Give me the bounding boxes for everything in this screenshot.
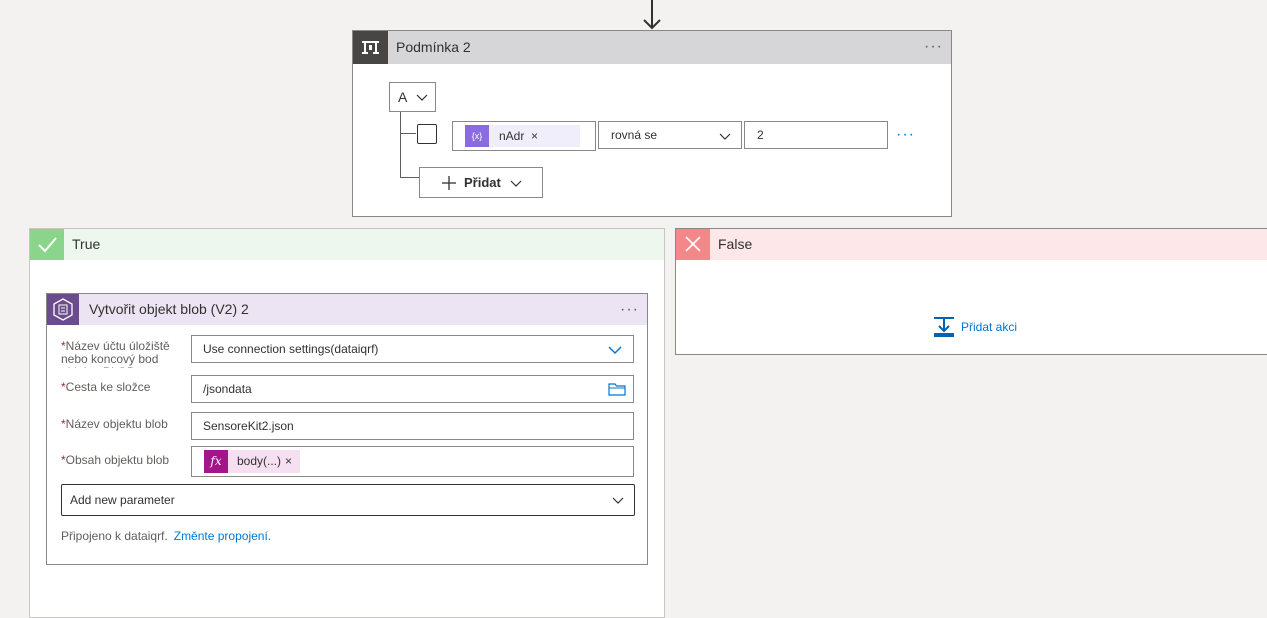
- blob-content-label-text: Obsah objektu blob: [65, 453, 170, 467]
- tree-connector: [400, 133, 416, 134]
- remove-token-button[interactable]: ×: [531, 125, 538, 147]
- plus-icon: [442, 176, 456, 190]
- operator-select[interactable]: rovná se: [598, 121, 742, 149]
- action-title[interactable]: Vytvořit objekt blob (V2) 2: [89, 294, 249, 325]
- variable-token-label: nAdr: [499, 129, 525, 143]
- condition-value: 2: [757, 128, 764, 142]
- variable-token[interactable]: {x} nAdr ×: [465, 125, 580, 147]
- condition-title[interactable]: Podmínka 2: [396, 31, 471, 64]
- more-icon[interactable]: ···: [620, 302, 639, 318]
- check-icon: [30, 229, 64, 260]
- add-parameter-placeholder: Add new parameter: [70, 493, 175, 507]
- tree-connector: [400, 177, 420, 178]
- folder-path-value: /jsondata: [203, 382, 252, 396]
- condition-header[interactable]: Podmínka 2 ···: [353, 31, 951, 64]
- expression-token[interactable]: fx body(...) ×: [204, 450, 300, 473]
- expression-token-label: body(...): [237, 454, 282, 468]
- false-branch-header[interactable]: False: [676, 229, 1267, 260]
- true-branch-title: True: [72, 236, 101, 252]
- blob-content-field-label: *Obsah objektu blob: [61, 454, 181, 467]
- folder-field-label: *Cesta ke složce: [61, 381, 181, 394]
- chevron-down-icon: [719, 133, 731, 140]
- add-parameter-select[interactable]: Add new parameter: [61, 484, 635, 516]
- condition-icon: [353, 31, 388, 64]
- close-icon: [676, 229, 710, 260]
- blob-content-input[interactable]: fx body(...) ×: [191, 446, 634, 477]
- blob-storage-icon: [47, 294, 79, 325]
- account-value: Use connection settings(dataiqrf): [203, 342, 379, 356]
- remove-token-button[interactable]: ×: [285, 450, 292, 473]
- group-operator-value: A: [398, 89, 408, 105]
- connection-info: Připojeno k dataiqrf. Změnte propojení.: [61, 530, 271, 543]
- condition-card: Podmínka 2 ··· A {x} nAdr × rovná se 2 ·…: [352, 30, 952, 217]
- account-select[interactable]: Use connection settings(dataiqrf): [191, 335, 634, 363]
- blob-name-input[interactable]: SensoreKit2.json: [191, 412, 634, 440]
- false-branch-title: False: [718, 236, 753, 252]
- change-connection-link[interactable]: Změnte propojení.: [174, 529, 271, 543]
- create-blob-action-card: Vytvořit objekt blob (V2) 2 ··· *Název ú…: [46, 293, 648, 565]
- folder-icon[interactable]: [608, 383, 626, 396]
- operator-value: rovná se: [611, 128, 658, 142]
- row-checkbox[interactable]: [417, 124, 437, 144]
- blob-name-field-label: *Název objektu blob: [61, 418, 181, 431]
- arrow-down-icon: [643, 0, 661, 30]
- blob-name-value: SensoreKit2.json: [203, 419, 294, 433]
- account-label-text: Název účtu úložiště nebo koncový bod obj…: [61, 340, 170, 368]
- chevron-down-icon: [612, 497, 624, 504]
- add-condition-label: Přidat: [464, 175, 501, 190]
- condition-left-operand[interactable]: {x} nAdr ×: [452, 121, 596, 151]
- true-branch-header[interactable]: True: [30, 229, 664, 260]
- function-icon: fx: [204, 450, 228, 473]
- chevron-down-icon: [510, 180, 522, 187]
- variable-icon: {x}: [465, 125, 489, 147]
- tree-connector: [400, 112, 401, 177]
- add-action-label: Přidat akci: [961, 320, 1018, 334]
- condition-right-operand[interactable]: 2: [744, 121, 888, 149]
- add-condition-button[interactable]: Přidat: [419, 167, 543, 198]
- false-branch-panel: False Přidat akci: [675, 228, 1267, 355]
- group-operator-select[interactable]: A: [389, 82, 436, 112]
- row-more-icon[interactable]: ···: [896, 127, 915, 143]
- connection-text: Připojeno k dataiqrf.: [61, 529, 168, 543]
- chevron-down-icon: [416, 94, 428, 101]
- folder-label-text: Cesta ke složce: [65, 380, 151, 394]
- chevron-down-icon: [608, 346, 622, 355]
- add-action-icon: [934, 317, 954, 337]
- more-icon[interactable]: ···: [924, 39, 943, 55]
- action-header[interactable]: Vytvořit objekt blob (V2) 2 ···: [47, 294, 647, 325]
- folder-path-input[interactable]: /jsondata: [191, 375, 634, 403]
- account-field-label: *Název účtu úložiště nebo koncový bod ob…: [61, 340, 181, 368]
- blob-name-label-text: Název objektu blob: [65, 417, 168, 431]
